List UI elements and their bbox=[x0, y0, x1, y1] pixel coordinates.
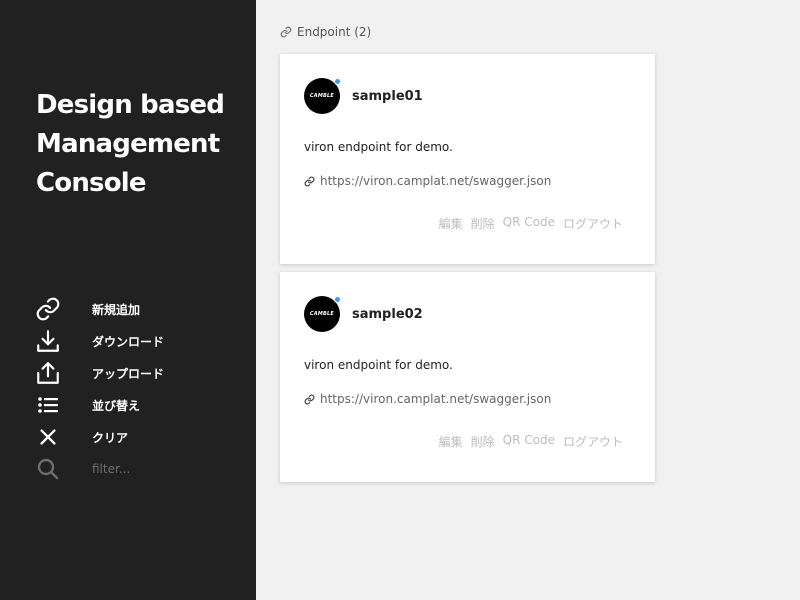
card-name: sample01 bbox=[352, 88, 423, 104]
card-url[interactable]: https://viron.camplat.net/swagger.json bbox=[304, 174, 551, 188]
menu-label: 新規追加 bbox=[92, 303, 141, 317]
brand-line: Management bbox=[36, 129, 220, 159]
card-url[interactable]: https://viron.camplat.net/swagger.json bbox=[304, 392, 551, 406]
menu-item-clear[interactable]: クリア bbox=[0, 421, 256, 453]
card-actions: 編集 削除 QR Code ログアウト bbox=[439, 215, 623, 232]
menu-item-download[interactable]: ダウンロード bbox=[0, 325, 256, 357]
avatar-logo-text: CAMBLE bbox=[309, 93, 335, 99]
sidebar-menu: 新規追加 ダウンロード アップロード 並び替え クリア filter... bbox=[0, 293, 256, 485]
sort-list-icon bbox=[34, 393, 62, 417]
sidebar: Design based Management Console 新規追加 ダウン… bbox=[0, 0, 256, 600]
brand-line: Console bbox=[36, 168, 147, 198]
qr-code-button[interactable]: QR Code bbox=[503, 433, 555, 450]
card-actions: 編集 削除 QR Code ログアウト bbox=[439, 433, 623, 450]
logout-button[interactable]: ログアウト bbox=[563, 433, 623, 450]
link-icon bbox=[304, 175, 316, 187]
card-url-text: https://viron.camplat.net/swagger.json bbox=[320, 174, 552, 188]
avatar: CAMBLE bbox=[304, 296, 341, 332]
status-dot bbox=[334, 296, 341, 303]
filter-row bbox=[0, 453, 256, 485]
endpoint-header: Endpoint (2) bbox=[280, 25, 371, 39]
endpoint-header-label: Endpoint (2) bbox=[297, 25, 372, 39]
close-icon bbox=[34, 425, 62, 449]
upload-icon bbox=[34, 361, 62, 385]
endpoint-card[interactable]: CAMBLE sample02 viron endpoint for demo.… bbox=[280, 272, 655, 482]
delete-button[interactable]: 削除 bbox=[471, 215, 495, 232]
menu-item-add[interactable]: 新規追加 bbox=[0, 293, 256, 325]
main-content: Endpoint (2) CAMBLE sample01 viron endpo… bbox=[256, 0, 800, 600]
status-dot bbox=[334, 78, 341, 85]
brand-title: Design based Management Console bbox=[36, 86, 246, 203]
menu-item-sort[interactable]: 並び替え bbox=[0, 389, 256, 421]
logout-button[interactable]: ログアウト bbox=[563, 215, 623, 232]
brand-line: Design based bbox=[36, 90, 225, 120]
edit-button[interactable]: 編集 bbox=[439, 215, 463, 232]
endpoint-card[interactable]: CAMBLE sample01 viron endpoint for demo.… bbox=[280, 54, 655, 264]
menu-label: アップロード bbox=[92, 367, 165, 381]
menu-label: 並び替え bbox=[92, 399, 141, 413]
filter-input[interactable] bbox=[92, 459, 242, 479]
card-description: viron endpoint for demo. bbox=[304, 358, 453, 372]
card-description: viron endpoint for demo. bbox=[304, 140, 453, 154]
menu-item-upload[interactable]: アップロード bbox=[0, 357, 256, 389]
menu-label: ダウンロード bbox=[92, 335, 165, 349]
edit-button[interactable]: 編集 bbox=[439, 433, 463, 450]
card-header: CAMBLE sample01 bbox=[304, 78, 423, 114]
delete-button[interactable]: 削除 bbox=[471, 433, 495, 450]
link-icon bbox=[304, 393, 316, 405]
search-icon bbox=[34, 457, 62, 481]
card-name: sample02 bbox=[352, 306, 423, 322]
link-icon bbox=[280, 25, 294, 39]
avatar: CAMBLE bbox=[304, 78, 341, 114]
link-icon bbox=[34, 297, 62, 321]
qr-code-button[interactable]: QR Code bbox=[503, 215, 555, 232]
card-header: CAMBLE sample02 bbox=[304, 296, 423, 332]
menu-label: クリア bbox=[92, 431, 129, 445]
download-icon bbox=[34, 329, 62, 353]
card-url-text: https://viron.camplat.net/swagger.json bbox=[320, 392, 552, 406]
avatar-logo-text: CAMBLE bbox=[309, 311, 335, 317]
